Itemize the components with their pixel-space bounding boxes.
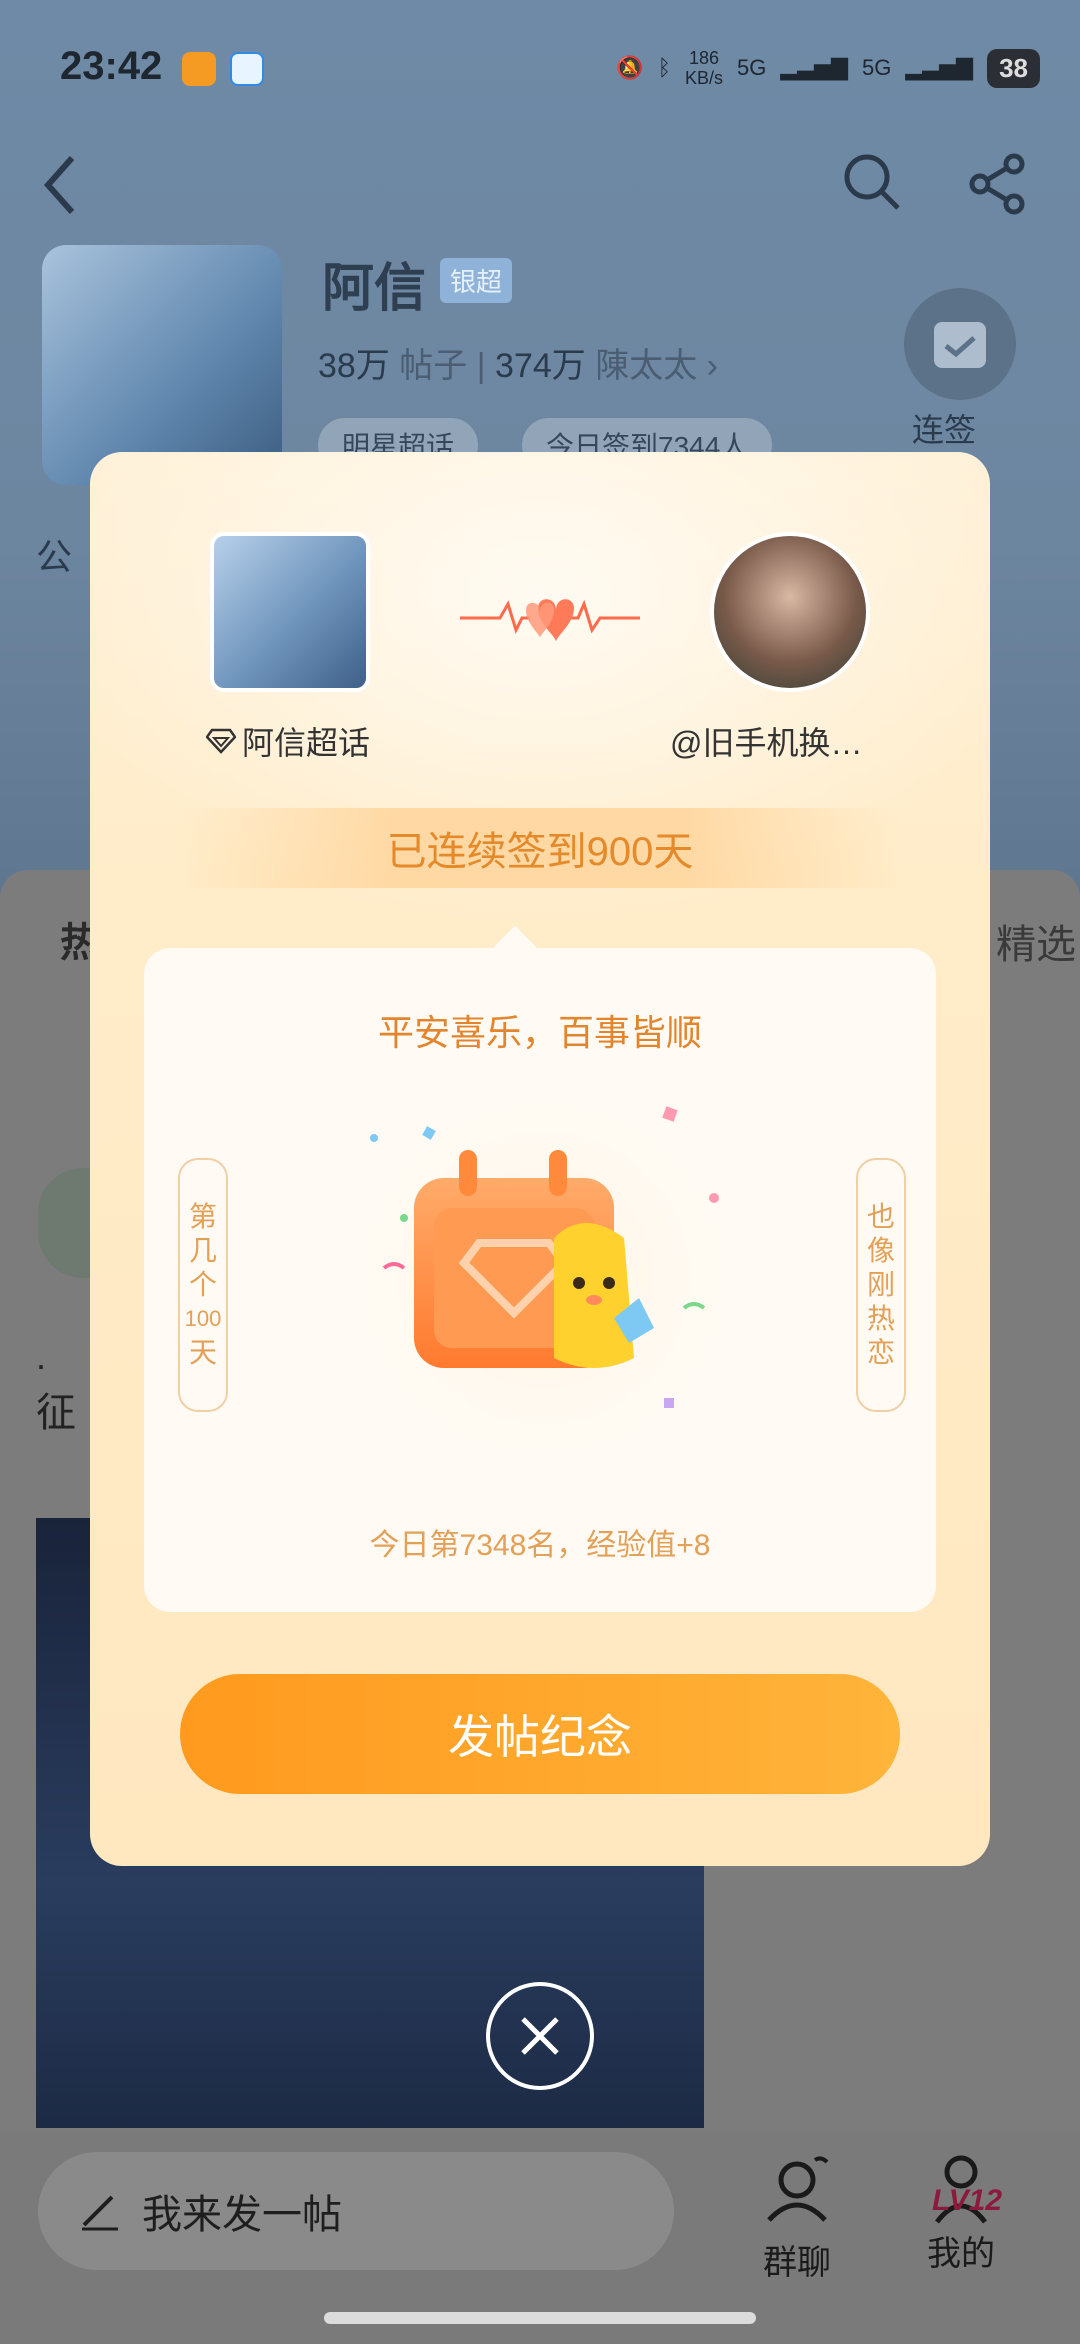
diamond-icon: [206, 728, 236, 754]
user-avatar: [710, 532, 870, 692]
chevron-right-icon: ›: [706, 347, 718, 385]
level-badge: LV12: [932, 2184, 1003, 2217]
page-title: 阿信: [322, 260, 427, 318]
supertopic-name: 阿信超话: [206, 718, 370, 764]
mine-label: 我的: [927, 2235, 995, 2273]
blessing-card: 平安喜乐，百事皆顺 第 几 个 100 天 也 像 刚 热 恋 今日第7348名…: [144, 948, 936, 1612]
close-icon: [521, 2017, 559, 2055]
group-chat-button[interactable]: 群聊: [732, 2150, 862, 2284]
signal-2: 5G: [862, 55, 892, 80]
share-icon[interactable]: [966, 152, 1030, 221]
post-commemoration-label: 发帖纪念: [448, 1711, 632, 1763]
tab-featured[interactable]: 精选: [996, 912, 1076, 970]
supertopic-avatar-small: [210, 532, 370, 692]
posts-label: 帖子: [399, 347, 468, 385]
right-vertical-caption: 也 像 刚 热 恋: [856, 1158, 906, 1412]
battery-indicator: 38: [987, 48, 1040, 88]
status-indicators: 🔕 ᛒ 186 KB/s 5G ▂▃▅▇ 5G ▂▃▅▇ 38: [616, 48, 1040, 88]
group-chat-label: 群聊: [763, 2244, 831, 2282]
checkin-modal: 阿信超话 @旧手机换… 已连续签到900天 平安喜乐，百事皆顺 第 几 个 10…: [90, 452, 990, 1866]
heartbeat-icon: [460, 582, 640, 652]
mine-button[interactable]: LV12 我的: [896, 2150, 1026, 2275]
fans-count: 374万: [495, 347, 586, 385]
signal-bars-icon: ▂▃▅▇: [905, 55, 974, 80]
signal-1: 5G: [736, 55, 767, 80]
notification-app-icon: [182, 52, 216, 86]
mute-icon: 🔕: [616, 55, 644, 80]
signal-bars-icon: ▂▃▅▇: [780, 55, 849, 80]
left-vertical-caption: 第 几 个 100 天: [178, 1158, 228, 1412]
blessing-title: 平安喜乐，百事皆顺: [377, 1012, 702, 1053]
feed-dot: .: [36, 1336, 47, 1377]
net-speed: 186: [688, 48, 719, 68]
group-chat-icon: [767, 2156, 829, 2222]
topic-stats: 38万 帖子 | 374万 陳太太 ›: [318, 347, 718, 385]
streak-banner: 已连续签到900天: [180, 808, 900, 888]
calendar-mascot-illustration: [284, 1068, 804, 1488]
streak-text: 已连续签到900天: [386, 830, 694, 874]
bluetooth-icon: ᛒ: [657, 55, 671, 80]
search-icon[interactable]: [840, 150, 904, 219]
rank-experience-text: 今日第7348名，经验值+8: [369, 1529, 711, 1562]
pencil-icon: [78, 2187, 122, 2236]
user-name: @旧手机换…: [670, 725, 863, 761]
back-icon[interactable]: [40, 150, 80, 233]
net-unit: KB/s: [684, 68, 723, 88]
post-commemoration-button[interactable]: 发帖纪念: [180, 1674, 900, 1794]
silver-badge[interactable]: 银超: [440, 258, 513, 303]
notification-app-icon: [230, 52, 264, 86]
close-modal-button[interactable]: [486, 1982, 594, 2090]
notice-label: 公: [36, 536, 73, 577]
calendar-icon: [934, 322, 986, 368]
home-indicator[interactable]: [324, 2312, 756, 2324]
fans-label[interactable]: 陳太太: [595, 347, 697, 385]
supertopic-avatar[interactable]: [42, 245, 282, 485]
checkin-button[interactable]: [904, 288, 1016, 400]
posts-count: 38万: [318, 347, 390, 385]
post-input-button[interactable]: 我来发一帖: [38, 2152, 674, 2270]
status-time: 23:42: [60, 44, 163, 88]
feed-text[interactable]: 征: [36, 1380, 76, 1438]
post-placeholder: 我来发一帖: [142, 2193, 342, 2237]
